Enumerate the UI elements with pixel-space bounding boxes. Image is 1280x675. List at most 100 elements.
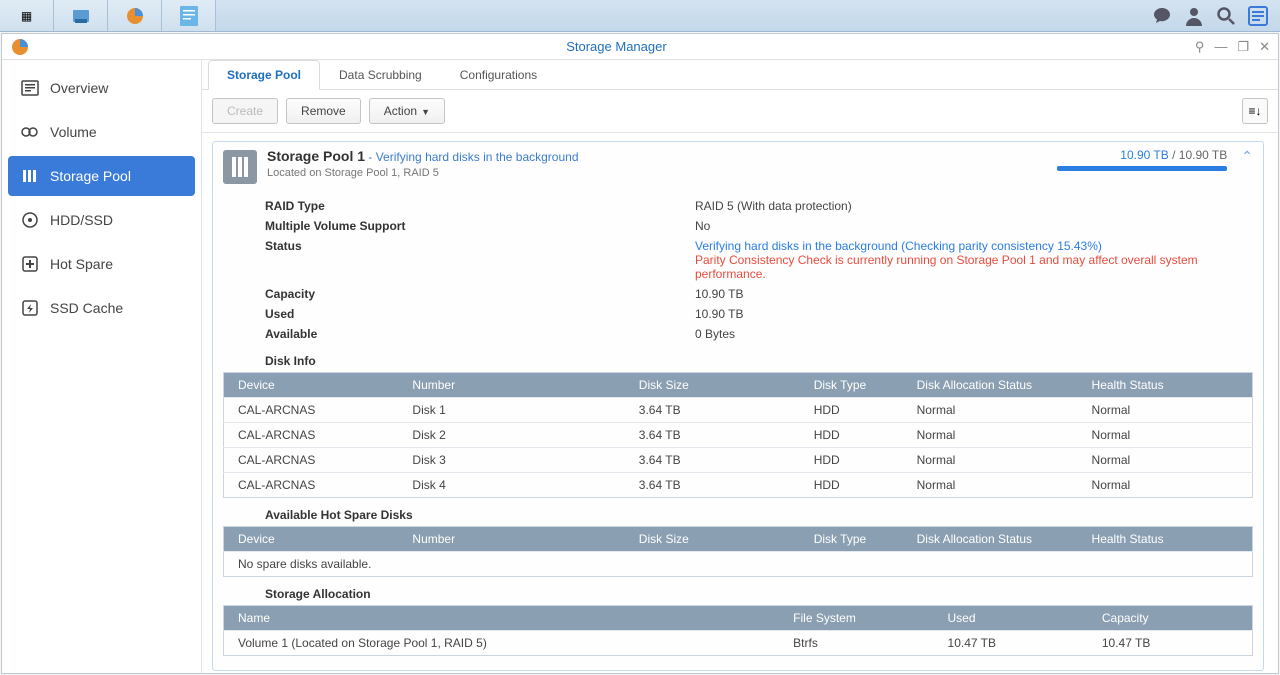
table-row[interactable]: CAL-ARCNASDisk 33.64 TBHDDNormalNormal — [224, 448, 1253, 473]
table-cell: HDD — [800, 473, 903, 498]
table-cell: CAL-ARCNAS — [224, 473, 399, 498]
maximize-icon[interactable]: ❐ — [1237, 39, 1249, 55]
col-header: Used — [934, 606, 1088, 631]
sidebar-item-storage-pool[interactable]: Storage Pool — [8, 156, 195, 196]
sidebar-item-volume[interactable]: Volume — [8, 112, 195, 152]
used-value: 10.90 TB — [695, 307, 1253, 321]
tab-data-scrubbing[interactable]: Data Scrubbing — [320, 60, 441, 89]
table-cell: HDD — [800, 448, 903, 473]
table-cell: HDD — [800, 398, 903, 423]
window-titlebar: Storage Manager ⚲ — ❐ ✕ — [2, 34, 1278, 60]
pool-location: Located on Storage Pool 1, RAID 5 — [267, 167, 1057, 179]
table-cell: 3.64 TB — [625, 423, 800, 448]
tab-storage-pool[interactable]: Storage Pool — [208, 60, 320, 90]
sidebar-item-label: Volume — [50, 124, 97, 140]
table-cell: 3.64 TB — [625, 473, 800, 498]
sidebar-item-ssd-cache[interactable]: SSD Cache — [8, 288, 195, 328]
table-row[interactable]: CAL-ARCNASDisk 13.64 TBHDDNormalNormal — [224, 398, 1253, 423]
table-cell: CAL-ARCNAS — [224, 423, 399, 448]
col-header: Disk Allocation Status — [903, 373, 1078, 398]
pool-usage-total: 10.90 TB — [1179, 148, 1227, 162]
capacity-label: Capacity — [265, 287, 695, 301]
sort-button[interactable]: ≡↓ — [1242, 98, 1268, 124]
doc-icon — [180, 6, 198, 26]
taskbar-app-menu[interactable]: ▦ — [0, 0, 54, 31]
hdd-icon — [20, 210, 40, 230]
grid-icon: ▦ — [21, 9, 32, 23]
capacity-value: 10.90 TB — [695, 287, 1253, 301]
search-icon[interactable] — [1214, 4, 1238, 28]
table-row[interactable]: Volume 1 (Located on Storage Pool 1, RAI… — [224, 631, 1253, 656]
avail-value: 0 Bytes — [695, 327, 1253, 341]
sidebar-item-label: Overview — [50, 80, 108, 96]
table-cell: Normal — [903, 423, 1078, 448]
raid-type-value: RAID 5 (With data protection) — [695, 199, 1253, 213]
mvs-value: No — [695, 219, 1253, 233]
widgets-icon[interactable] — [1246, 4, 1270, 28]
table-cell: Normal — [903, 473, 1078, 498]
table-cell: Normal — [1078, 448, 1253, 473]
status-value: Verifying hard disks in the background (… — [695, 239, 1253, 281]
cache-icon — [20, 298, 40, 318]
tab-configurations[interactable]: Configurations — [441, 60, 556, 89]
table-cell: 3.64 TB — [625, 398, 800, 423]
sidebar-item-hdd-ssd[interactable]: HDD/SSD — [8, 200, 195, 240]
pool-title: Storage Pool 1 — [267, 148, 365, 164]
col-header: Name — [224, 606, 780, 631]
action-button[interactable]: Action ▼ — [369, 98, 445, 124]
pool-usage-sep: / — [1169, 148, 1179, 162]
col-header: Disk Size — [625, 373, 800, 398]
pin-icon[interactable]: ⚲ — [1195, 39, 1205, 55]
create-button[interactable]: Create — [212, 98, 278, 124]
sidebar-item-overview[interactable]: Overview — [8, 68, 195, 108]
table-row[interactable]: CAL-ARCNASDisk 43.64 TBHDDNormalNormal — [224, 473, 1253, 498]
volume-icon — [20, 122, 40, 142]
user-icon[interactable] — [1182, 4, 1206, 28]
toolbar: Create Remove Action ▼ ≡↓ — [202, 90, 1278, 133]
table-cell: Volume 1 (Located on Storage Pool 1, RAI… — [224, 631, 780, 656]
collapse-button[interactable]: ⌃ — [1241, 148, 1253, 165]
spare-icon — [20, 254, 40, 274]
status-main: Verifying hard disks in the background — [695, 239, 898, 253]
content-area: Storage Pool 1 - Verifying hard disks in… — [202, 133, 1278, 673]
pool-details: RAID TypeRAID 5 (With data protection) M… — [213, 192, 1263, 670]
col-header: Disk Size — [625, 527, 800, 552]
table-cell: Normal — [1078, 398, 1253, 423]
minimize-icon[interactable]: — — [1214, 39, 1227, 55]
taskbar-app-iscsi[interactable] — [54, 0, 108, 31]
col-header: Device — [224, 373, 399, 398]
col-header: Disk Type — [800, 527, 903, 552]
storage-icon — [125, 6, 145, 26]
disk-info-title: Disk Info — [223, 344, 1253, 372]
chat-icon[interactable] — [1150, 4, 1174, 28]
disk-info-table: DeviceNumberDisk SizeDisk TypeDisk Alloc… — [223, 372, 1253, 498]
pool-icon — [223, 150, 257, 184]
usage-bar — [1057, 166, 1227, 171]
status-extra: (Checking parity consistency 15.43%) — [898, 239, 1102, 253]
taskbar-app-storage[interactable] — [108, 0, 162, 31]
table-cell: Normal — [903, 398, 1078, 423]
window-title: Storage Manager — [38, 39, 1195, 54]
storage-alloc-table: NameFile SystemUsedCapacityVolume 1 (Loc… — [223, 605, 1253, 656]
sidebar-item-hot-spare[interactable]: Hot Spare — [8, 244, 195, 284]
action-button-label: Action — [384, 104, 417, 118]
table-cell: 3.64 TB — [625, 448, 800, 473]
table-cell: Normal — [903, 448, 1078, 473]
chevron-down-icon: ▼ — [421, 107, 430, 117]
main-panel: Storage PoolData ScrubbingConfigurations… — [202, 60, 1278, 673]
col-header: Number — [398, 527, 624, 552]
hot-spare-table: DeviceNumberDisk SizeDisk TypeDisk Alloc… — [223, 526, 1253, 577]
storage-pool-card: Storage Pool 1 - Verifying hard disks in… — [212, 141, 1264, 671]
pool-usage-used: 10.90 TB — [1120, 148, 1168, 162]
table-row[interactable]: CAL-ARCNASDisk 23.64 TBHDDNormalNormal — [224, 423, 1253, 448]
col-header: Disk Type — [800, 373, 903, 398]
table-cell: Disk 3 — [398, 448, 624, 473]
close-icon[interactable]: ✕ — [1259, 39, 1270, 55]
remove-button[interactable]: Remove — [286, 98, 361, 124]
table-cell: HDD — [800, 423, 903, 448]
taskbar-app-notes[interactable] — [162, 0, 216, 31]
col-header: Health Status — [1078, 527, 1253, 552]
table-cell: Disk 1 — [398, 398, 624, 423]
table-cell: Normal — [1078, 423, 1253, 448]
table-cell: Normal — [1078, 473, 1253, 498]
